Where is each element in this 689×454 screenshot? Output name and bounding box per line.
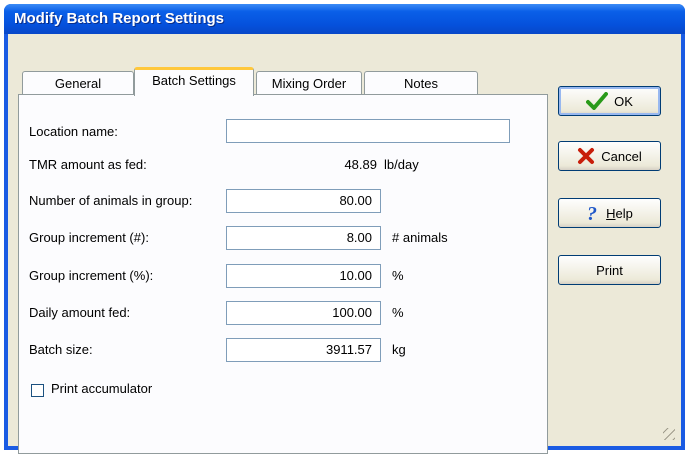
window-title: Modify Batch Report Settings — [14, 10, 225, 27]
group-increment-num-label: Group increment (#): — [29, 230, 149, 245]
question-mark-icon: ? — [587, 203, 597, 223]
print-button-label: Print — [596, 262, 623, 278]
tab-general[interactable]: General — [22, 71, 134, 95]
location-name-label: Location name: — [29, 124, 118, 139]
batch-settings-panel: Location name: TMR amount as fed: 48.89 … — [18, 94, 548, 454]
group-increment-num-unit: # animals — [392, 230, 448, 245]
daily-amount-fed-input[interactable]: 100.00 — [226, 301, 381, 325]
help-button[interactable]: ? Help — [558, 198, 661, 228]
tab-batch-settings[interactable]: Batch Settings — [134, 67, 254, 96]
tmr-amount-unit: lb/day — [384, 157, 419, 172]
animals-in-group-label: Number of animals in group: — [29, 193, 193, 208]
location-name-input[interactable] — [226, 119, 510, 143]
svg-text:?: ? — [587, 203, 597, 223]
x-icon — [578, 148, 595, 164]
resize-grip[interactable] — [663, 428, 675, 440]
animals-in-group-input[interactable]: 80.00 — [226, 189, 381, 213]
ok-button[interactable]: OK — [558, 86, 661, 116]
print-button[interactable]: Print — [558, 255, 661, 285]
ok-button-label: OK — [614, 93, 633, 109]
checkmark-icon — [586, 92, 609, 110]
group-increment-pct-input[interactable]: 10.00 — [226, 264, 381, 288]
print-accumulator-checkbox[interactable] — [31, 384, 44, 397]
title-bar[interactable]: Modify Batch Report Settings — [4, 4, 685, 34]
tab-mixing-order[interactable]: Mixing Order — [256, 71, 362, 95]
cancel-button[interactable]: Cancel — [558, 141, 661, 171]
dialog-client: General Batch Settings Mixing Order Note… — [8, 34, 681, 454]
group-increment-num-input[interactable]: 8.00 — [226, 226, 381, 250]
cancel-button-label: Cancel — [601, 148, 642, 164]
tmr-amount-label: TMR amount as fed: — [29, 157, 147, 172]
batch-size-input[interactable]: 3911.57 — [226, 338, 381, 362]
print-accumulator-label[interactable]: Print accumulator — [51, 381, 152, 396]
group-increment-pct-label: Group increment (%): — [29, 268, 154, 283]
tmr-amount-value: 48.89 — [344, 157, 377, 172]
batch-size-label: Batch size: — [29, 342, 93, 357]
batch-size-unit: kg — [392, 342, 406, 357]
tab-notes[interactable]: Notes — [364, 71, 478, 95]
daily-amount-fed-unit: % — [392, 305, 404, 320]
help-button-label: Help — [606, 205, 633, 221]
dialog-window: Modify Batch Report Settings General Bat… — [4, 4, 685, 454]
daily-amount-fed-label: Daily amount fed: — [29, 305, 131, 320]
group-increment-pct-unit: % — [392, 268, 404, 283]
